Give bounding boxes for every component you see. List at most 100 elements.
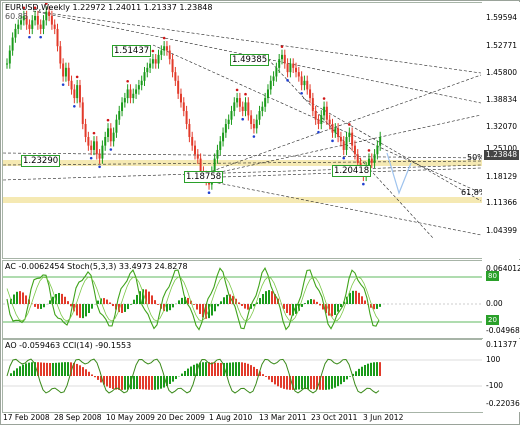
candle-body	[219, 141, 222, 150]
ao-bar	[28, 362, 30, 376]
ac-bar	[247, 304, 249, 310]
ac-bar	[364, 300, 366, 304]
ao-bar	[301, 376, 303, 390]
candle-body	[255, 119, 258, 129]
candle-body	[101, 145, 104, 159]
ac-bar	[172, 304, 174, 308]
ao-bar	[229, 362, 231, 376]
candle-body	[151, 59, 154, 64]
candle-body	[252, 124, 255, 129]
candle-body	[50, 15, 53, 25]
ac-bar	[91, 304, 93, 309]
ac-bar	[109, 302, 111, 304]
candle-body	[323, 106, 326, 116]
candle-body	[289, 63, 292, 73]
candle-body	[87, 136, 90, 146]
ao-bar	[250, 365, 252, 376]
trend-line	[302, 97, 482, 202]
ao-panel-label: AO -0.059463 CCI(14) -90.1553	[5, 341, 132, 350]
ac-bar	[307, 300, 309, 304]
price-chart-panel[interactable]: EURUSD,Weekly 1.22972 1.24011 1.21337 1.…	[2, 2, 483, 259]
ac-bar	[121, 304, 123, 313]
candle-body	[269, 80, 272, 90]
ao-bar	[346, 376, 348, 380]
candle-body	[179, 93, 182, 103]
candle-body	[196, 154, 199, 159]
candle-body	[224, 124, 227, 133]
candle-body	[328, 119, 331, 125]
candle-body	[297, 72, 300, 77]
fractal-down-marker	[252, 135, 256, 138]
ao-bar	[274, 376, 276, 385]
ao-bar	[325, 376, 327, 390]
candle-body	[337, 128, 340, 137]
annotation-1-51437: 1.51437	[112, 45, 152, 57]
candle-body	[216, 149, 219, 159]
ac-bar	[157, 304, 159, 305]
time-label: 13 Mar 2011	[259, 413, 307, 422]
candle-body	[129, 89, 132, 99]
price-candles-svg	[3, 3, 482, 239]
candle-body	[6, 63, 8, 65]
candle-body	[241, 106, 244, 112]
ac-bar	[82, 304, 84, 319]
candle-body	[339, 136, 342, 142]
candle-body	[314, 111, 317, 120]
ao-bar	[343, 376, 345, 382]
ac-bar	[211, 304, 213, 316]
candle-body	[39, 24, 42, 29]
candle-body	[154, 59, 157, 64]
ao-bar	[376, 362, 378, 376]
fractal-down-marker	[317, 130, 320, 134]
ac-stochastic-panel[interactable]: AC -0.0062454 Stoch(5,3,3) 33.4973 24.82…	[2, 260, 483, 339]
candle-body	[227, 119, 230, 125]
ao-bar	[238, 362, 240, 376]
ac-bar	[61, 293, 63, 304]
candle-body	[177, 80, 180, 94]
ao-bar	[373, 362, 375, 376]
ao-cci-panel[interactable]: AO -0.059463 CCI(14) -90.1553	[2, 339, 483, 413]
ao-bar	[181, 373, 183, 376]
candle-body	[342, 141, 345, 150]
ao-bar	[379, 362, 381, 376]
ac-bar	[337, 304, 339, 312]
ao-bar	[298, 376, 300, 390]
ao-bar	[67, 362, 69, 376]
ac-bar	[340, 304, 342, 308]
fib-50-label: 50%	[467, 153, 482, 162]
candle-body	[280, 54, 283, 60]
time-label: 28 Sep 2008	[54, 413, 102, 422]
ao-bar	[340, 376, 342, 385]
ac-bar	[301, 304, 303, 307]
fib-618-label: 61.8%	[461, 188, 482, 197]
fractal-up-marker	[106, 118, 110, 122]
fractal-down-marker	[331, 139, 334, 143]
candle-body	[11, 37, 14, 51]
ac-bar	[193, 304, 195, 305]
candle-body	[345, 136, 348, 150]
candle-body	[171, 59, 174, 73]
candle-body	[132, 93, 135, 99]
candle-body	[379, 136, 382, 146]
ao-bar	[232, 362, 234, 376]
time-label: 1 Aug 2010	[209, 413, 253, 422]
ao-bar	[85, 369, 87, 376]
ao-bar	[322, 376, 324, 390]
ao-bar	[46, 362, 48, 376]
ac-bar	[355, 290, 357, 304]
ao-bar	[295, 376, 297, 390]
ac-bar	[79, 304, 81, 318]
fractal-up-marker	[322, 97, 326, 100]
ao-bar	[247, 363, 249, 376]
ac-stoch-svg	[3, 267, 482, 331]
candle-body	[90, 145, 93, 150]
candle-body	[182, 102, 185, 112]
ac-bar	[124, 304, 126, 312]
candle-body	[146, 67, 149, 73]
candle-body	[244, 102, 247, 112]
ac-bar	[25, 295, 27, 304]
ac-bar	[268, 290, 270, 304]
ac-bar	[226, 294, 228, 304]
candle-body	[76, 85, 79, 99]
current-price-tag: 1.23848	[484, 150, 520, 160]
